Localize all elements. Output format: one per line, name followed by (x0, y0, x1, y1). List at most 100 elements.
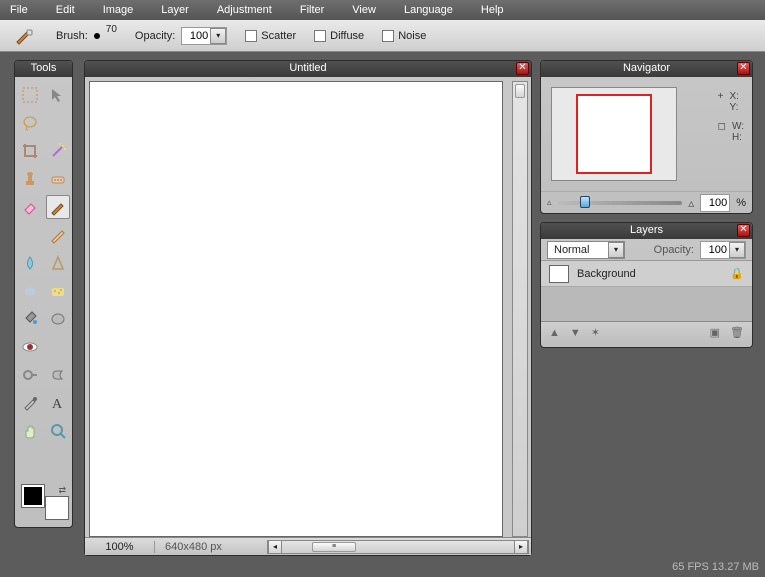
gradient-tool[interactable] (46, 307, 70, 331)
pencil-tool[interactable] (46, 223, 70, 247)
layer-item[interactable]: Background 🔒 (541, 261, 752, 287)
layer-opacity-input[interactable] (701, 244, 729, 256)
layer-opacity-label: Opacity: (654, 244, 694, 256)
zoom-input-box[interactable] (700, 194, 730, 212)
zoom-slider-thumb[interactable] (580, 196, 590, 208)
stamp-tool[interactable] (18, 167, 42, 191)
brush-option[interactable]: Brush: 70 (56, 30, 117, 42)
navigator-body: + X:Y: ◻ W:H: (541, 77, 752, 193)
move-tool[interactable] (46, 83, 70, 107)
eraser-tool[interactable] (18, 195, 42, 219)
vertical-scrollbar[interactable] (512, 81, 528, 537)
zoom-input[interactable] (701, 197, 729, 209)
navigator-preview[interactable] (551, 87, 677, 181)
navigator-titlebar[interactable]: Navigator ✕ (541, 61, 752, 77)
checkbox-icon (382, 30, 394, 42)
opacity-input-box[interactable]: ▾ (181, 27, 227, 45)
scroll-right-button[interactable]: ▸ (514, 541, 528, 553)
menu-help[interactable]: Help (481, 4, 504, 16)
horizontal-scrollbar[interactable]: ◂ ≡ ▸ (267, 540, 529, 554)
navigator-panel: Navigator ✕ + X:Y: ◻ W:H: ▵ (540, 60, 753, 214)
vertical-scroll-thumb[interactable] (515, 84, 525, 98)
zoom-out-icon[interactable]: ▵ (547, 197, 552, 208)
text-tool[interactable]: A (46, 391, 70, 415)
document-titlebar[interactable]: Untitled ✕ (85, 61, 531, 77)
menu-filter[interactable]: Filter (300, 4, 324, 16)
eyedropper-tool[interactable] (18, 391, 42, 415)
diffuse-label: Diffuse (330, 30, 364, 42)
delete-layer-icon[interactable]: 🗑 (730, 326, 744, 339)
layer-opacity-dropdown-button[interactable]: ▾ (729, 242, 745, 258)
blur-tool[interactable] (18, 251, 42, 275)
menu-language[interactable]: Language (404, 4, 453, 16)
checkbox-icon (314, 30, 326, 42)
zoom-in-icon[interactable]: ▵ (688, 196, 694, 210)
menu-view[interactable]: View (352, 4, 376, 16)
noise-label: Noise (398, 30, 426, 42)
opacity-option: Opacity: ▾ (135, 27, 227, 45)
menu-file[interactable]: File (10, 4, 28, 16)
crop-tool[interactable] (18, 139, 42, 163)
opacity-label: Opacity: (135, 30, 175, 42)
close-button[interactable]: ✕ (737, 224, 750, 237)
nav-x-label: X: (729, 91, 738, 102)
lasso-tool[interactable] (18, 111, 42, 135)
menu-image[interactable]: Image (103, 4, 134, 16)
layer-opacity-box[interactable]: ▾ (700, 241, 746, 259)
close-button[interactable]: ✕ (737, 62, 750, 75)
menu-adjustment[interactable]: Adjustment (217, 4, 272, 16)
diffuse-checkbox[interactable]: Diffuse (314, 30, 364, 42)
lock-icon[interactable]: 🔒 (730, 267, 744, 280)
menu-layer[interactable]: Layer (161, 4, 189, 16)
foreground-color[interactable] (22, 485, 44, 507)
navigator-zoom-row: ▵ ▵ % (541, 191, 752, 213)
opacity-dropdown-button[interactable]: ▾ (210, 28, 226, 44)
heal-tool[interactable] (46, 167, 70, 191)
layers-titlebar[interactable]: Layers ✕ (541, 223, 752, 239)
tools-title-label: Tools (31, 62, 57, 74)
navigator-title-label: Navigator (623, 62, 670, 74)
blendmode-dropdown-button[interactable]: ▾ (608, 242, 624, 258)
empty-tool-1 (46, 111, 70, 135)
zoom-level[interactable]: 100% (85, 541, 155, 553)
move-up-icon[interactable]: ▲ (549, 327, 560, 339)
scroll-left-button[interactable]: ◂ (268, 541, 282, 553)
move-down-icon[interactable]: ▼ (570, 327, 581, 339)
opacity-input[interactable] (182, 30, 210, 42)
brush-tool[interactable] (46, 195, 70, 219)
zoom-slider[interactable] (558, 201, 683, 205)
swap-colors-icon[interactable]: ⇄ (58, 485, 66, 496)
document-title-label: Untitled (289, 62, 326, 74)
layers-empty-area (541, 287, 752, 321)
noise-checkbox[interactable]: Noise (382, 30, 426, 42)
blendmode-select[interactable]: Normal ▾ (547, 241, 625, 259)
scatter-checkbox[interactable]: Scatter (245, 30, 296, 42)
wand-tool[interactable] (46, 139, 70, 163)
layer-name: Background (577, 268, 722, 280)
canvas[interactable] (89, 81, 503, 537)
new-layer-icon[interactable]: ▣ (710, 326, 720, 339)
marquee-tool[interactable] (18, 83, 42, 107)
app-status: 65 FPS 13.27 MB (672, 561, 759, 573)
menu-edit[interactable]: Edit (56, 4, 75, 16)
redeye-tool[interactable] (18, 335, 42, 359)
sponge-tool[interactable] (46, 279, 70, 303)
smudge-tool[interactable] (18, 279, 42, 303)
layers-footer: ▲ ▼ ✶ ▣ 🗑 (541, 321, 752, 343)
background-color[interactable] (46, 497, 68, 519)
bucket-tool[interactable] (18, 307, 42, 331)
dodge-tool[interactable] (18, 363, 42, 387)
brush-tool-icon (12, 25, 38, 47)
tools-panel-title[interactable]: Tools (15, 61, 72, 77)
hand-tool[interactable] (18, 419, 42, 443)
sharpen-tool[interactable] (46, 251, 70, 275)
workspace: Tools A (0, 52, 765, 577)
burn-tool[interactable] (46, 363, 70, 387)
color-well: ⇄ (22, 485, 68, 519)
bounds-icon: ◻ (718, 121, 726, 143)
layer-merge-icon[interactable]: ✶ (591, 326, 600, 339)
close-button[interactable]: ✕ (516, 62, 529, 75)
zoom-tool[interactable] (46, 419, 70, 443)
horizontal-scroll-thumb[interactable]: ≡ (312, 542, 356, 552)
menu-bar: File Edit Image Layer Adjustment Filter … (0, 0, 765, 20)
